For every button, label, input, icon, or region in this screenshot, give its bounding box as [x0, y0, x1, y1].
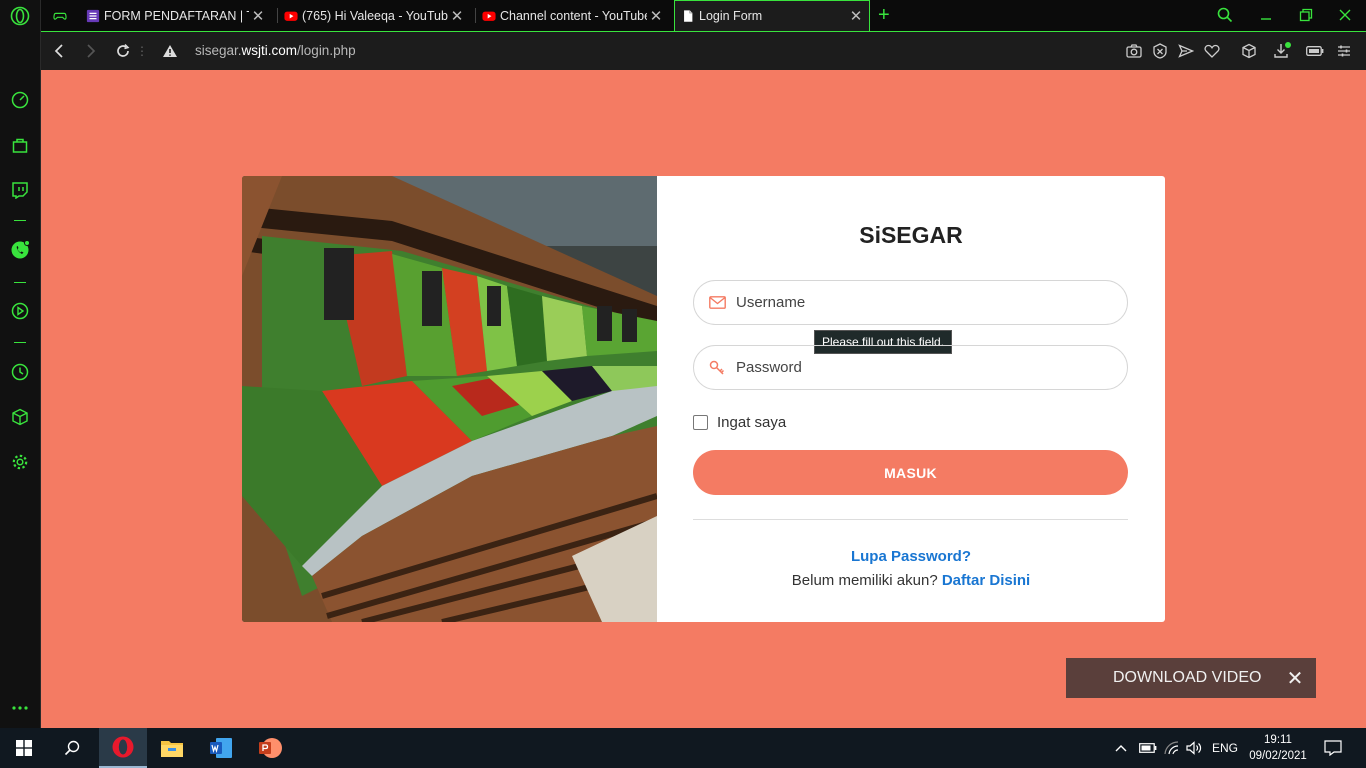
snapshot-camera-icon[interactable]	[1124, 41, 1144, 61]
restore-window-icon[interactable]	[1296, 5, 1316, 25]
register-link[interactable]: Daftar Disini	[942, 572, 1030, 589]
username-input[interactable]: Username	[693, 280, 1128, 325]
drag-handle-icon: ⋮	[136, 44, 148, 58]
sidebar-divider	[14, 220, 26, 221]
username-placeholder: Username	[736, 294, 806, 311]
page-content: SiSEGAR Username Please fill out this fi…	[41, 70, 1366, 728]
page-icon	[684, 10, 693, 22]
download-video-label[interactable]: DOWNLOAD VIDEO	[1113, 669, 1280, 687]
opera-logo-icon[interactable]	[10, 6, 30, 26]
envelope-icon	[708, 294, 726, 312]
battery-icon[interactable]	[1139, 728, 1157, 768]
remember-me[interactable]: Ingat saya	[693, 414, 786, 431]
brand-title: SiSEGAR	[859, 222, 963, 248]
whatsapp-icon[interactable]	[10, 240, 30, 260]
extensions-icon[interactable]	[10, 407, 30, 427]
tab-close-icon[interactable]: ✕	[249, 7, 267, 25]
taskbar-file-explorer-icon[interactable]	[148, 728, 196, 768]
address-bar: ⋮ sisegar.wsjti.com/login.php	[41, 31, 1366, 70]
more-options-icon[interactable]	[10, 698, 30, 718]
bookmark-heart-icon[interactable]	[1202, 41, 1222, 61]
start-windows-icon[interactable]	[0, 728, 48, 768]
show-hidden-icons-chevron-icon[interactable]	[1114, 728, 1128, 768]
tab-close-icon[interactable]: ✕	[448, 7, 466, 25]
minimize-window-icon[interactable]	[1256, 5, 1276, 25]
history-icon[interactable]	[10, 362, 30, 382]
tab-bar: FORM PENDAFTARAN | TIF ✕ (765) Hi Valeeq…	[41, 0, 1366, 31]
shopping-icon[interactable]	[10, 135, 30, 155]
speed-dial-icon[interactable]	[10, 90, 30, 110]
search-icon[interactable]	[48, 728, 96, 768]
tab-close-icon[interactable]: ✕	[647, 7, 665, 25]
language-indicator[interactable]: ENG	[1212, 728, 1238, 768]
url-text[interactable]: sisegar.wsjti.com/login.php	[195, 43, 356, 58]
player-icon[interactable]	[10, 301, 30, 321]
login-card: SiSEGAR Username Please fill out this fi…	[242, 176, 1165, 622]
tab-title: (765) Hi Valeeqa - YouTube	[302, 8, 448, 23]
taskbar-powerpoint-icon[interactable]	[246, 728, 294, 768]
taskbar-opera-icon[interactable]	[99, 728, 147, 768]
form-divider	[693, 519, 1128, 520]
ad-blocker-icon[interactable]	[1150, 41, 1170, 61]
browser-sidebar	[0, 0, 41, 728]
download-video-bar[interactable]: DOWNLOAD VIDEO ✕	[1066, 658, 1316, 698]
youtube-icon	[482, 11, 496, 21]
windows-taskbar: ENG 19:11 09/02/2021	[0, 728, 1366, 768]
sidebar-divider	[14, 282, 26, 283]
settings-gear-icon[interactable]	[10, 452, 30, 472]
close-window-icon[interactable]	[1335, 5, 1355, 25]
key-icon	[708, 359, 726, 377]
tab-title: Channel content - YouTube	[500, 8, 647, 23]
not-secure-warning-icon[interactable]	[160, 41, 180, 61]
notifications-icon[interactable]	[1324, 728, 1342, 768]
remember-me-label: Ingat saya	[717, 414, 787, 431]
register-prompt-text: Belum memiliki akun?	[791, 572, 938, 589]
new-tab-button[interactable]: +	[874, 0, 898, 31]
volume-icon[interactable]	[1186, 728, 1203, 768]
search-tabs-icon[interactable]	[1215, 5, 1235, 25]
password-input[interactable]: Password	[693, 345, 1128, 390]
tab-title: FORM PENDAFTARAN | TIF	[104, 8, 249, 23]
remember-me-checkbox[interactable]	[693, 415, 708, 430]
clock-time: 19:11	[1264, 734, 1292, 746]
register-prompt: Belum memiliki akun? Daftar Disini	[657, 572, 1165, 589]
login-form: SiSEGAR Username Please fill out this fi…	[657, 176, 1165, 622]
system-clock[interactable]: 19:11 09/02/2021	[1245, 732, 1311, 764]
youtube-icon	[284, 11, 298, 21]
taskbar-word-icon[interactable]	[197, 728, 245, 768]
reload-icon[interactable]	[113, 41, 133, 61]
forgot-password-link[interactable]: Lupa Password?	[657, 548, 1165, 565]
gx-control-tab[interactable]	[45, 0, 77, 31]
tab-title: Login Form	[699, 9, 763, 23]
forms-icon	[86, 9, 100, 22]
password-placeholder: Password	[736, 359, 802, 376]
clock-date: 09/02/2021	[1249, 750, 1307, 762]
extensions-box-icon[interactable]	[1239, 41, 1259, 61]
tab-form-pendaftaran[interactable]: FORM PENDAFTARAN | TIF ✕	[80, 0, 271, 31]
close-icon[interactable]: ✕	[1280, 666, 1310, 691]
twitch-icon[interactable]	[10, 180, 30, 200]
login-submit-button[interactable]: MASUK	[693, 450, 1128, 495]
tab-close-icon[interactable]: ✕	[847, 7, 865, 25]
send-to-flow-icon[interactable]	[1176, 41, 1196, 61]
tab-youtube-hi-valeeqa[interactable]: (765) Hi Valeeqa - YouTube ✕	[278, 0, 470, 31]
forward-icon[interactable]	[81, 41, 101, 61]
easy-setup-icon[interactable]	[1334, 41, 1354, 61]
sidebar-divider	[14, 342, 26, 343]
battery-saver-icon[interactable]	[1305, 41, 1325, 61]
vegetable-stall-image	[242, 176, 657, 622]
url-domain: wsjti.com	[241, 43, 298, 58]
gamepad-icon	[53, 12, 67, 20]
tab-youtube-channel-content[interactable]: Channel content - YouTube ✕	[476, 0, 669, 31]
tab-login-form[interactable]: Login Form ✕	[674, 0, 870, 31]
downloads-icon[interactable]	[1272, 41, 1292, 61]
back-icon[interactable]	[49, 41, 69, 61]
wifi-icon[interactable]	[1163, 728, 1179, 768]
url-subdomain: sisegar.	[195, 43, 242, 58]
url-path: /login.php	[297, 43, 356, 58]
